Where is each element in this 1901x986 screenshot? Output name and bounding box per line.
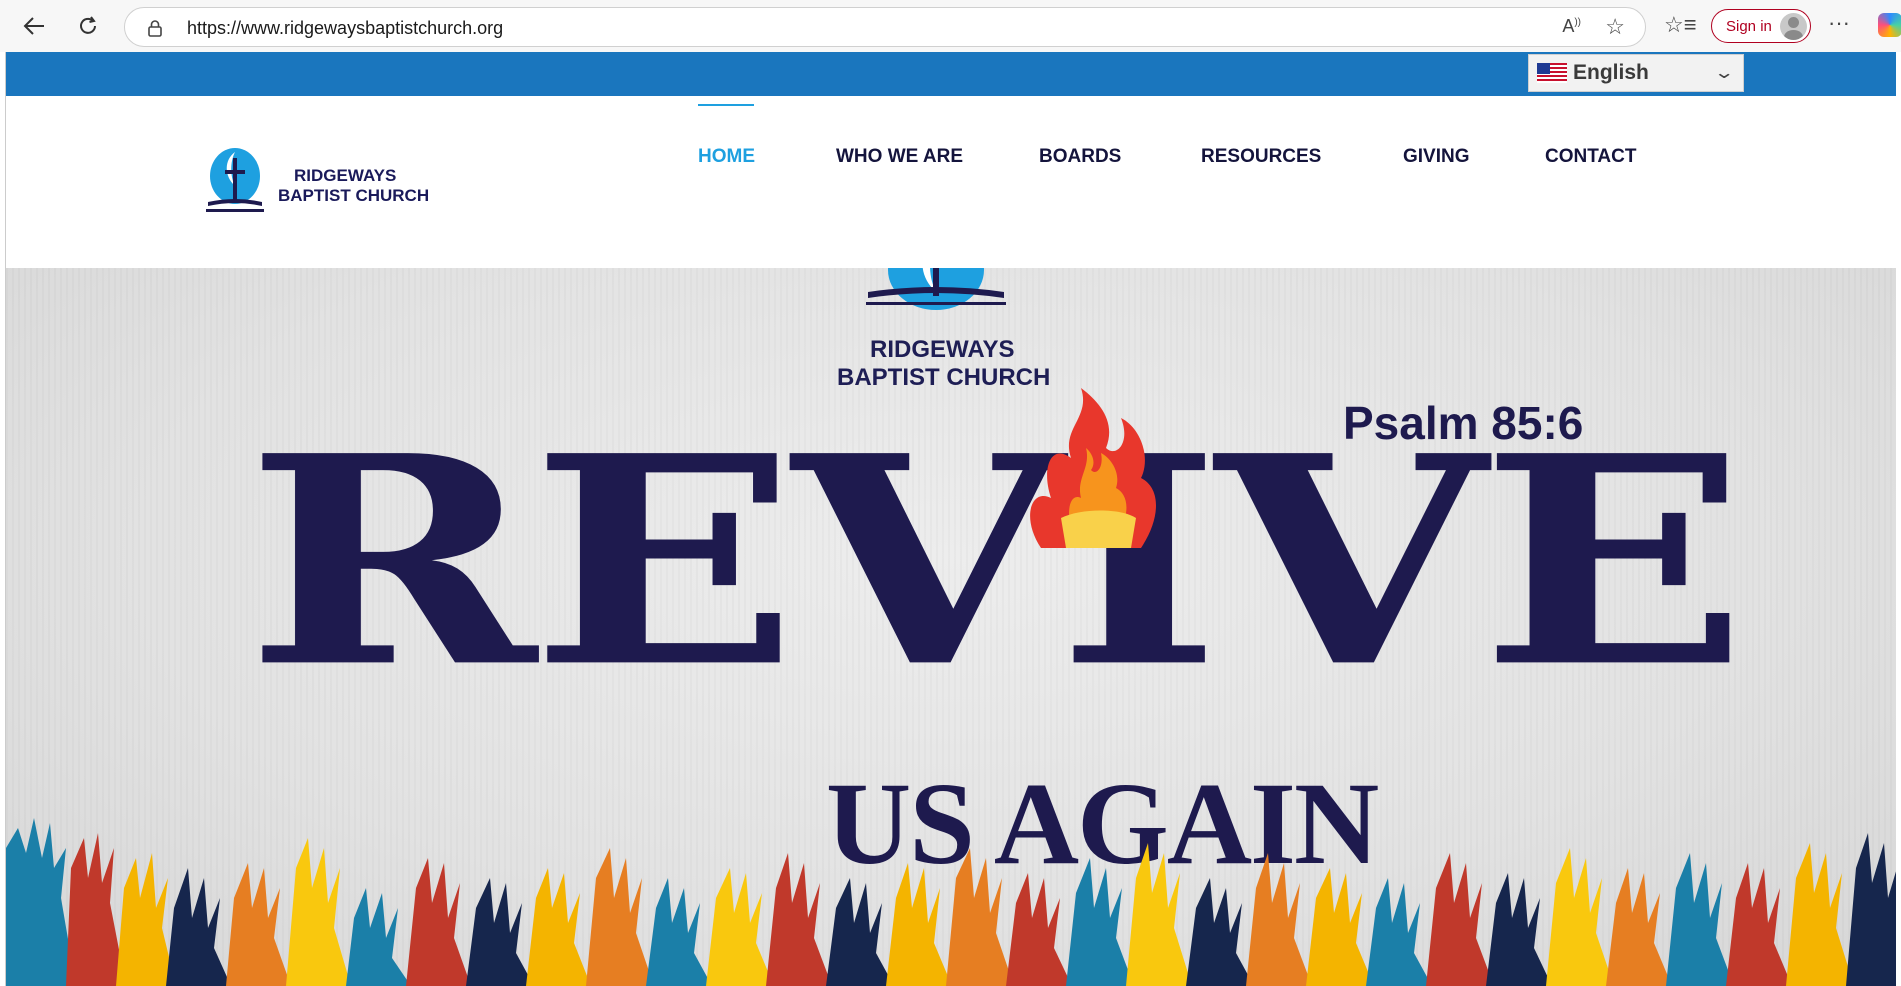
flame-icon bbox=[1030, 388, 1156, 548]
web-page: English ⌄ RIDGEWAYS BAPTIST CHURCH HOME … bbox=[5, 52, 1896, 986]
top-bar: English ⌄ bbox=[6, 52, 1896, 96]
lock-icon[interactable] bbox=[147, 19, 163, 37]
menu-item-boards[interactable]: BOARDS bbox=[1039, 146, 1121, 168]
sign-in-button[interactable]: Sign in bbox=[1711, 9, 1811, 43]
menu-item-resources[interactable]: RESOURCES bbox=[1201, 146, 1321, 168]
chevron-down-icon: ⌄ bbox=[1713, 63, 1735, 82]
back-arrow-icon[interactable] bbox=[18, 10, 50, 42]
main-menu: HOME WHO WE ARE BOARDS RESOURCES GIVING … bbox=[6, 96, 1896, 268]
active-indicator bbox=[698, 104, 754, 106]
hero-headline: REVIVE bbox=[246, 392, 1747, 731]
hero-church-line-1: RIDGEWAYS bbox=[870, 336, 1015, 363]
refresh-icon[interactable] bbox=[72, 10, 104, 42]
more-icon[interactable]: ··· bbox=[1828, 10, 1850, 36]
hero-banner: RIDGEWAYS BAPTIST CHURCH Psalm 85:6 REVI… bbox=[6, 268, 1896, 986]
sign-in-label: Sign in bbox=[1726, 18, 1772, 35]
menu-item-giving[interactable]: GIVING bbox=[1403, 146, 1470, 168]
profile-avatar-icon bbox=[1780, 13, 1807, 40]
us-flag-icon bbox=[1537, 63, 1567, 83]
language-label: English bbox=[1573, 61, 1649, 84]
site-header: RIDGEWAYS BAPTIST CHURCH HOME WHO WE ARE… bbox=[6, 96, 1896, 268]
url-text[interactable]: https://www.ridgewaysbaptistchurch.org bbox=[187, 18, 503, 39]
raised-hands-illustration bbox=[6, 818, 1896, 986]
address-bar[interactable]: https://www.ridgewaysbaptistchurch.org A… bbox=[124, 7, 1646, 47]
browser-toolbar: https://www.ridgewaysbaptistchurch.org A… bbox=[0, 0, 1901, 52]
favorites-icon[interactable]: ☆≡ bbox=[1664, 12, 1697, 38]
church-logo-icon bbox=[866, 268, 1006, 310]
menu-item-who-we-are[interactable]: WHO WE ARE bbox=[836, 146, 963, 168]
favorite-star-icon[interactable]: ☆ bbox=[1605, 14, 1625, 40]
menu-item-contact[interactable]: CONTACT bbox=[1545, 146, 1636, 168]
language-selector[interactable]: English ⌄ bbox=[1528, 54, 1744, 92]
copilot-icon[interactable] bbox=[1878, 13, 1901, 37]
read-aloud-icon[interactable]: A)) bbox=[1562, 16, 1581, 37]
menu-item-home[interactable]: HOME bbox=[698, 146, 755, 168]
hero-church-line-2: BAPTIST CHURCH bbox=[837, 364, 1051, 391]
